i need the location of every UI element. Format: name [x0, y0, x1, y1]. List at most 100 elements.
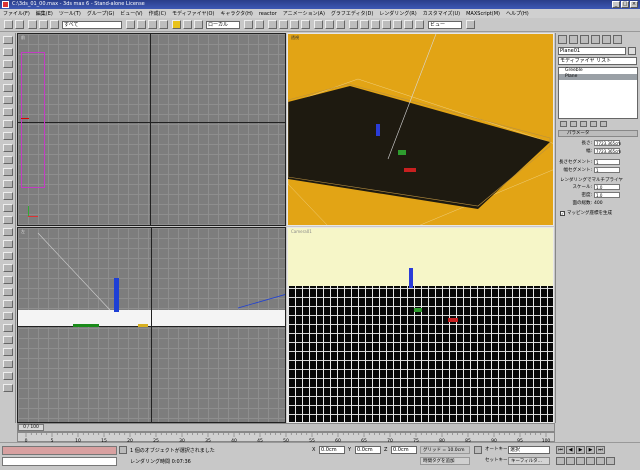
coord-x-field[interactable]: 0.0cm [319, 446, 345, 454]
pivot-center-icon[interactable] [244, 20, 253, 29]
param-length-field[interactable]: 7723.365cm [594, 140, 621, 146]
tool-icon-22[interactable] [3, 288, 13, 296]
tool-icon-29[interactable] [3, 372, 13, 380]
tool-icon-6[interactable] [3, 96, 13, 104]
spinner-snap-icon[interactable] [301, 20, 310, 29]
tool-icon-16[interactable] [3, 216, 13, 224]
object-color-swatch[interactable] [628, 47, 636, 55]
viewport-left[interactable]: 左 [17, 227, 286, 423]
make-unique-icon[interactable] [580, 121, 587, 127]
lock-selection-icon[interactable] [119, 446, 127, 454]
menu-animation[interactable]: アニメーション(A) [283, 10, 325, 17]
remove-modifier-icon[interactable] [590, 121, 597, 127]
arc-rotate-icon[interactable] [596, 457, 605, 465]
render-scene-icon[interactable] [393, 20, 402, 29]
tool-icon-7[interactable] [3, 108, 13, 116]
tool-icon-23[interactable] [3, 300, 13, 308]
manipulate-icon[interactable] [255, 20, 264, 29]
tool-icon-20[interactable] [3, 264, 13, 272]
undo-icon[interactable] [4, 20, 13, 29]
param-width-segs-field[interactable]: 1 [594, 167, 620, 173]
tool-icon-5[interactable] [3, 84, 13, 92]
active-shade-icon[interactable] [415, 20, 424, 29]
param-density-field[interactable]: 1.0 [594, 192, 620, 198]
tool-icon-19[interactable] [3, 252, 13, 260]
zoom-extents-icon[interactable] [576, 457, 585, 465]
viewport-front[interactable]: 前 [17, 33, 286, 226]
menu-help[interactable]: ヘルプ(H) [506, 10, 529, 17]
tool-icon-27[interactable] [3, 348, 13, 356]
tool-icon-24[interactable] [3, 312, 13, 320]
select-rotate-icon[interactable] [183, 20, 192, 29]
zoom-icon[interactable] [556, 457, 565, 465]
select-scale-icon[interactable] [194, 20, 203, 29]
minimize-button[interactable]: _ [612, 1, 620, 8]
redo-icon[interactable] [15, 20, 24, 29]
pin-stack-icon[interactable] [560, 121, 567, 127]
param-scale-field[interactable]: 1.0 [594, 184, 620, 190]
time-slider-track[interactable]: 0 / 100 [17, 423, 555, 432]
tool-icon-9[interactable] [3, 132, 13, 140]
utilities-tab-icon[interactable] [613, 35, 622, 44]
tool-icon-30[interactable] [3, 384, 13, 392]
menu-file[interactable]: ファイル(F) [3, 10, 30, 17]
layer-manager-icon[interactable] [349, 20, 358, 29]
create-tab-icon[interactable] [558, 35, 567, 44]
play-icon[interactable]: ▶ [576, 446, 585, 454]
material-editor-icon[interactable] [382, 20, 391, 29]
angle-snap-icon[interactable] [279, 20, 288, 29]
maximize-viewport-icon[interactable] [606, 457, 615, 465]
prev-frame-icon[interactable]: ◀ [566, 446, 575, 454]
object-name-field[interactable]: Plane01 [558, 47, 626, 55]
render-type-dropdown[interactable]: ビュー [428, 21, 462, 29]
parameters-rollout-header[interactable]: パラメータ [558, 130, 638, 137]
maximize-button[interactable]: □ [621, 1, 629, 8]
window-crossing-icon[interactable] [159, 20, 168, 29]
track-bar[interactable]: 0 5 10 15 20 25 30 35 40 45 50 55 60 65 70 75 80 85 90 95 10… [17, 432, 555, 443]
menu-character[interactable]: キャラクタ(H) [220, 10, 252, 17]
quick-render-icon[interactable] [404, 20, 413, 29]
add-time-tag-button[interactable]: 時間タグを追加 [420, 457, 470, 465]
menu-customize[interactable]: カスタマイズ(U) [423, 10, 460, 17]
tool-icon-13[interactable] [3, 180, 13, 188]
maxscript-input-field[interactable] [2, 457, 117, 466]
schematic-view-icon[interactable] [371, 20, 380, 29]
menu-tools[interactable]: ツール(T) [59, 10, 81, 17]
tool-icon-11[interactable] [3, 156, 13, 164]
select-move-icon[interactable] [172, 20, 181, 29]
tool-icon-18[interactable] [3, 240, 13, 248]
param-width-field[interactable]: 7723.365cm [594, 148, 621, 154]
configure-sets-icon[interactable] [600, 121, 607, 127]
zoom-all-icon[interactable] [566, 457, 575, 465]
param-length-segs-field[interactable]: 1 [594, 159, 620, 165]
bind-space-warp-icon[interactable] [50, 20, 59, 29]
tool-icon-26[interactable] [3, 336, 13, 344]
render-last-icon[interactable] [466, 20, 475, 29]
tool-icon-8[interactable] [3, 120, 13, 128]
key-mode-dropdown[interactable]: 選択 [508, 446, 550, 454]
menu-edit[interactable]: 編集(E) [36, 10, 53, 17]
setkey-button[interactable]: セットキー [485, 457, 508, 463]
viewport-perspective[interactable]: 透視 [287, 33, 554, 226]
show-end-result-icon[interactable] [570, 121, 577, 127]
modifier-list-dropdown[interactable]: モディファイヤ リスト [558, 57, 637, 65]
tool-icon-28[interactable] [3, 360, 13, 368]
menu-group[interactable]: グループ(G) [87, 10, 114, 17]
tool-icon-1[interactable] [3, 36, 13, 44]
key-icon[interactable] [474, 446, 482, 454]
tool-icon-17[interactable] [3, 228, 13, 236]
pan-icon[interactable] [586, 457, 595, 465]
rect-selection-icon[interactable] [148, 20, 157, 29]
menu-rendering[interactable]: レンダリング(R) [379, 10, 416, 17]
tool-icon-14[interactable] [3, 192, 13, 200]
tool-icon-4[interactable] [3, 72, 13, 80]
menu-reactor[interactable]: reactor [259, 11, 277, 17]
mirror-icon[interactable] [325, 20, 334, 29]
motion-tab-icon[interactable] [591, 35, 600, 44]
autokey-button[interactable]: オートキー [485, 446, 508, 452]
tool-icon-21[interactable] [3, 276, 13, 284]
select-object-icon[interactable] [126, 20, 135, 29]
tool-icon-15[interactable] [3, 204, 13, 212]
tool-icon-12[interactable] [3, 168, 13, 176]
maxscript-listener-field[interactable] [2, 446, 117, 455]
